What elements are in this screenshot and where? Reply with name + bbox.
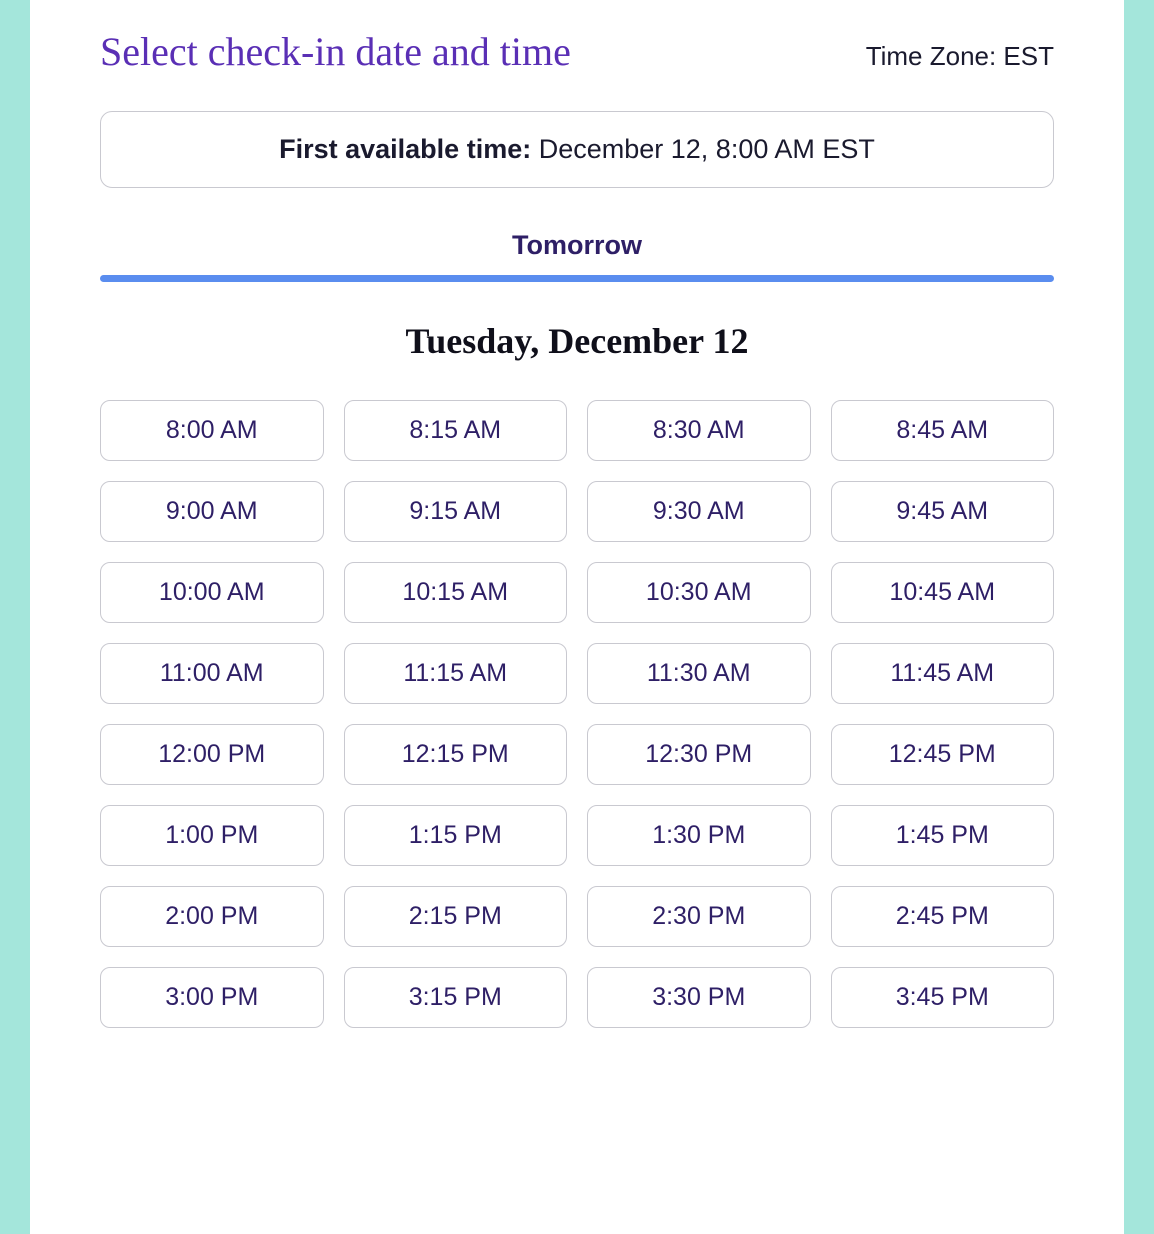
time-slot[interactable]: 1:30 PM: [587, 805, 811, 866]
first-available-value: December 12, 8:00 AM EST: [539, 134, 875, 164]
time-slot[interactable]: 9:30 AM: [587, 481, 811, 542]
checkin-card: Select check-in date and time Time Zone:…: [30, 0, 1124, 1234]
page-title: Select check-in date and time: [100, 28, 571, 75]
time-slot[interactable]: 2:30 PM: [587, 886, 811, 947]
time-slots-grid: 8:00 AM 8:15 AM 8:30 AM 8:45 AM 9:00 AM 9:15 …: [100, 400, 1054, 1028]
tab-row: Tomorrow: [100, 230, 1054, 275]
time-slot[interactable]: 9:15 AM: [344, 481, 568, 542]
time-slot[interactable]: 12:30 PM: [587, 724, 811, 785]
tab-tomorrow[interactable]: Tomorrow: [512, 230, 642, 275]
time-slot[interactable]: 2:00 PM: [100, 886, 324, 947]
time-slot[interactable]: 8:00 AM: [100, 400, 324, 461]
first-available-label: First available time:: [279, 134, 539, 164]
time-slot[interactable]: 11:45 AM: [831, 643, 1055, 704]
time-slot[interactable]: 8:30 AM: [587, 400, 811, 461]
header-row: Select check-in date and time Time Zone:…: [100, 28, 1054, 75]
time-slot[interactable]: 11:00 AM: [100, 643, 324, 704]
time-slot[interactable]: 3:15 PM: [344, 967, 568, 1028]
time-slot[interactable]: 9:45 AM: [831, 481, 1055, 542]
first-available-box: First available time: December 12, 8:00 …: [100, 111, 1054, 188]
time-slot[interactable]: 11:15 AM: [344, 643, 568, 704]
time-slot[interactable]: 1:45 PM: [831, 805, 1055, 866]
timezone-label: Time Zone: EST: [866, 41, 1054, 72]
time-slot[interactable]: 12:00 PM: [100, 724, 324, 785]
time-slot[interactable]: 3:30 PM: [587, 967, 811, 1028]
time-slot[interactable]: 9:00 AM: [100, 481, 324, 542]
time-slot[interactable]: 8:45 AM: [831, 400, 1055, 461]
time-slot[interactable]: 2:15 PM: [344, 886, 568, 947]
time-slot[interactable]: 1:00 PM: [100, 805, 324, 866]
time-slot[interactable]: 8:15 AM: [344, 400, 568, 461]
time-slot[interactable]: 12:45 PM: [831, 724, 1055, 785]
time-slot[interactable]: 10:15 AM: [344, 562, 568, 623]
tab-underline: [100, 275, 1054, 282]
time-slot[interactable]: 11:30 AM: [587, 643, 811, 704]
time-slot[interactable]: 10:30 AM: [587, 562, 811, 623]
time-slot[interactable]: 3:45 PM: [831, 967, 1055, 1028]
time-slot[interactable]: 10:45 AM: [831, 562, 1055, 623]
time-slot[interactable]: 3:00 PM: [100, 967, 324, 1028]
time-slot[interactable]: 12:15 PM: [344, 724, 568, 785]
time-slot[interactable]: 2:45 PM: [831, 886, 1055, 947]
time-slot[interactable]: 10:00 AM: [100, 562, 324, 623]
time-slot[interactable]: 1:15 PM: [344, 805, 568, 866]
date-heading: Tuesday, December 12: [100, 320, 1054, 362]
